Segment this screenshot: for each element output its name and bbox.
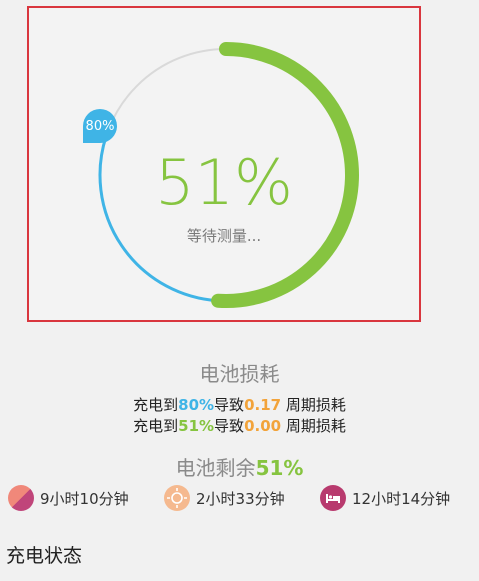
- remaining-standby: 12小时14分钟: [320, 483, 450, 513]
- remaining-standby-label: 12小时14分钟: [352, 489, 451, 508]
- remaining-screen-label: 2小时33分钟: [196, 489, 285, 508]
- battery-percent: 51%: [155, 146, 293, 219]
- wear-title: 电池损耗: [199, 362, 280, 386]
- bed-icon: [320, 485, 346, 511]
- phone-usage-icon: [8, 485, 34, 511]
- measure-status: 等待测量...: [186, 227, 262, 245]
- remaining-screen: 2小时33分钟: [164, 483, 285, 513]
- target-marker[interactable]: 80%: [83, 109, 117, 143]
- sun-icon: [164, 485, 190, 511]
- remaining-usage-label: 9小时10分钟: [40, 489, 129, 508]
- target-marker-label: 80%: [85, 118, 115, 134]
- charge-status-heading: 充电状态: [6, 545, 83, 567]
- wear-line-2: 充电到51%导致0.00 周期损耗: [133, 417, 346, 435]
- remaining-title: 电池剩余51%: [175, 456, 304, 480]
- remaining-usage: 9小时10分钟: [8, 483, 129, 513]
- battery-gauge-card: 80% 51% 等待测量...: [27, 6, 421, 322]
- wear-line-1: 充电到80%导致0.17 周期损耗: [133, 396, 346, 414]
